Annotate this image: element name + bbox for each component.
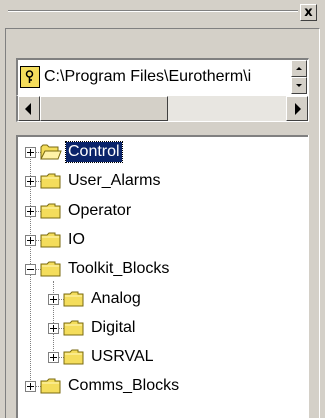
tree-node[interactable]: Digital xyxy=(18,319,308,346)
expand-icon[interactable] xyxy=(25,147,36,158)
path-combo[interactable]: C:\Program Files\Eurotherm\i xyxy=(16,58,309,96)
expand-icon[interactable] xyxy=(25,176,36,187)
scroll-left-button[interactable] xyxy=(18,96,40,121)
arrow-up-icon xyxy=(296,67,302,70)
expand-icon[interactable] xyxy=(25,381,36,392)
folder-tree[interactable]: Control User_Alarms Operator IO Toolkit_Bloc… xyxy=(16,135,309,418)
folder-icon xyxy=(40,377,62,395)
open-folder-icon xyxy=(40,143,62,161)
expand-icon[interactable] xyxy=(48,352,59,363)
tree-node[interactable]: User_Alarms xyxy=(18,172,308,199)
folder-icon xyxy=(63,290,85,308)
tree-node[interactable]: USRVAL xyxy=(18,348,308,375)
arrow-down-icon xyxy=(296,84,302,87)
arrow-right-icon xyxy=(295,103,301,115)
tree-node-label[interactable]: Digital xyxy=(89,318,137,338)
tree-node-label[interactable]: Operator xyxy=(66,201,133,221)
tree-node-label[interactable]: USRVAL xyxy=(89,347,156,367)
path-horizontal-scrollbar[interactable] xyxy=(16,96,309,122)
tree-node-label[interactable]: Analog xyxy=(89,289,143,309)
folder-key-icon xyxy=(20,66,40,88)
close-icon: x xyxy=(304,5,313,20)
folder-icon xyxy=(63,348,85,366)
scroll-right-button[interactable] xyxy=(286,96,308,121)
scroll-thumb[interactable] xyxy=(40,96,168,121)
expand-icon[interactable] xyxy=(48,294,59,305)
tree-node[interactable]: IO xyxy=(18,231,308,258)
tree-node-label[interactable]: User_Alarms xyxy=(66,171,162,191)
arrow-left-icon xyxy=(25,103,31,115)
close-button[interactable]: x xyxy=(300,4,317,21)
path-spinner[interactable] xyxy=(291,60,307,94)
collapse-icon[interactable] xyxy=(25,264,36,275)
tree-node[interactable]: Analog xyxy=(18,290,308,317)
tree-node[interactable]: Toolkit_Blocks xyxy=(18,260,308,287)
tree-node-label[interactable]: Control xyxy=(65,141,123,163)
folder-icon xyxy=(40,260,62,278)
tree-node-label[interactable]: Comms_Blocks xyxy=(66,376,181,396)
expand-icon[interactable] xyxy=(48,323,59,334)
expand-icon[interactable] xyxy=(25,235,36,246)
spin-down-button[interactable] xyxy=(291,77,307,94)
folder-icon xyxy=(40,202,62,220)
folder-icon xyxy=(40,231,62,249)
tree-node-label[interactable]: IO xyxy=(66,230,87,250)
expand-icon[interactable] xyxy=(25,206,36,217)
tree-node[interactable]: Operator xyxy=(18,202,308,229)
folder-icon xyxy=(63,319,85,337)
tree-node[interactable]: Comms_Blocks xyxy=(18,377,308,404)
tree-node[interactable]: Control xyxy=(18,141,308,170)
tree-node-label[interactable]: Toolkit_Blocks xyxy=(66,259,171,279)
toolbar-grip[interactable] xyxy=(8,8,298,14)
folder-icon xyxy=(40,172,62,190)
path-text[interactable]: C:\Program Files\Eurotherm\i xyxy=(44,68,284,86)
spin-up-button[interactable] xyxy=(291,60,307,77)
